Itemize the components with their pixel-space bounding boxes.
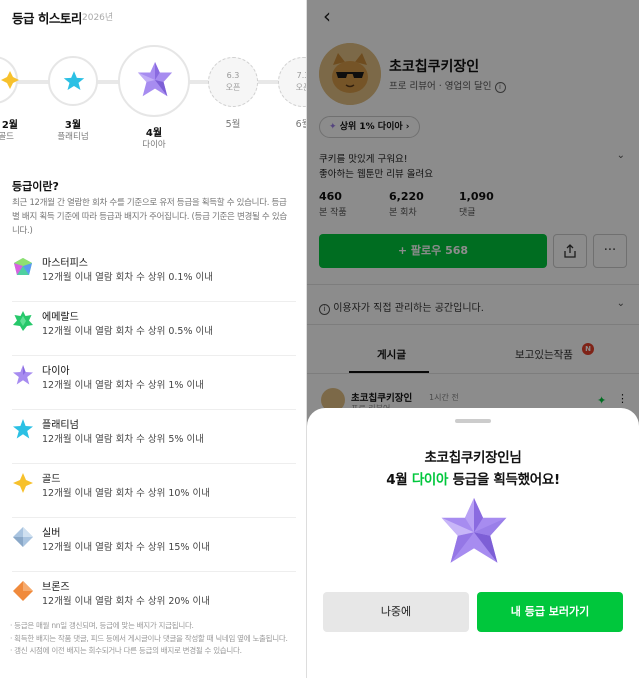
grade-criteria: 12개월 이내 열람 회차 수 상위 10% 이내 — [42, 488, 210, 499]
sheet-title-line1: 초코칩쿠키장인님 — [424, 450, 522, 466]
grade-name: 실버 — [42, 528, 61, 539]
grade-criteria: 12개월 이내 열람 회차 수 상위 5% 이내 — [42, 434, 204, 445]
sheet-title-line2: 4월 다이아 등급을 획득했어요! — [307, 468, 639, 488]
timeline-grade-current: 다이아 — [142, 140, 166, 150]
grade-notes: · 등급은 매월 nn일 갱신되며, 등급에 맞는 배지가 지급됩니다. · 획… — [10, 620, 300, 658]
emerald-star-icon — [13, 311, 33, 331]
grade-name: 다이아 — [42, 366, 70, 377]
grade-info-heading: 등급이란? — [12, 180, 59, 193]
grade-criteria: 12개월 이내 열람 회차 수 상위 20% 이내 — [42, 596, 210, 607]
note-item: · 등급은 매월 nn일 갱신되며, 등급에 맞는 배지가 지급됩니다. — [10, 621, 194, 630]
grade-award-sheet: 초코칩쿠키장인님 4월 다이아 등급을 획득했어요! 나중에 내 등급 보러가기 — [307, 408, 639, 678]
open-status: 오픈 — [225, 83, 241, 92]
timeline-item-apr-current[interactable] — [118, 45, 190, 117]
bronze-gem-icon — [13, 581, 33, 601]
later-button[interactable]: 나중에 — [323, 592, 469, 632]
page-title: 등급 히스토리 — [12, 11, 82, 26]
note-item: · 갱신 시점에 이전 배지는 회수되거나 다른 등급의 배지로 변경될 수 있… — [10, 646, 242, 655]
grade-row-emerald: 에메랄드 12개월 이내 열람 회차 수 상위 0.5% 이내 — [12, 302, 296, 356]
timeline-grade: 플래티넘 — [57, 132, 89, 142]
grade-name: 에메랄드 — [42, 312, 79, 323]
masterpiece-gem-icon — [14, 258, 32, 275]
note-item: · 획득한 배지는 작품 댓글, 피드 등에서 게시글이나 댓글을 작성할 때 … — [10, 633, 288, 643]
year-label: 2026년 — [82, 13, 114, 23]
timeline-month: 2월 — [1, 120, 18, 131]
profile-panel: ‹ 초코칩쿠키장인 프로 리뷰어 · 영업의 달인 i ✦ 상위 1% 다이아 … — [307, 0, 639, 678]
timeline-item-feb[interactable] — [0, 56, 19, 104]
timeline-item-mar[interactable] — [48, 56, 98, 106]
grade-info-description: 최근 12개월 간 열람한 회차 수를 기준으로 유저 등급을 획득할 수 있습… — [12, 198, 287, 236]
grade-criteria: 12개월 이내 열람 회차 수 상위 15% 이내 — [42, 542, 210, 553]
grade-name: 골드 — [42, 474, 61, 485]
sheet-grade-name: 다이아 — [411, 472, 449, 488]
grade-criteria: 12개월 이내 열람 회차 수 상위 0.1% 이내 — [42, 272, 213, 283]
open-date: 6.3 — [226, 71, 240, 80]
diamond-star-icon — [137, 62, 173, 97]
platinum-star-icon — [13, 419, 33, 439]
grade-row-masterpiece: 마스터피스 12개월 이내 열람 회차 수 상위 0.1% 이내 — [12, 248, 296, 302]
gold-star-icon — [1, 71, 19, 89]
gold-star-icon — [13, 473, 33, 493]
timeline-grade: 골드 — [0, 132, 14, 142]
grade-criteria: 12개월 이내 열람 회차 수 상위 0.5% 이내 — [42, 326, 213, 337]
grade-name: 브론즈 — [42, 582, 70, 593]
grade-history-panel: 등급 히스토리 2026년 2월 골드 3월 플래티넘 4월 다이아 6.3 오… — [0, 0, 306, 678]
timeline-month-current: 4월 — [145, 128, 163, 139]
grade-row-bronze: 브론즈 12개월 이내 열람 회차 수 상위 20% 이내 — [12, 572, 296, 626]
grade-name: 플래티넘 — [42, 420, 79, 431]
timeline-item-may-future: 6.3 오픈 — [208, 57, 258, 107]
grade-criteria: 12개월 이내 열람 회차 수 상위 1% 이내 — [42, 380, 204, 391]
grade-row-platinum: 플래티넘 12개월 이내 열람 회차 수 상위 5% 이내 — [12, 410, 296, 464]
sheet-suffix: 등급을 획득했어요! — [448, 472, 561, 488]
timeline-month: 3월 — [64, 120, 82, 131]
grade-row-silver: 실버 12개월 이내 열람 회차 수 상위 15% 이내 — [12, 518, 296, 572]
diamond-star-icon — [441, 498, 507, 563]
timeline-month: 5월 — [225, 119, 241, 130]
sheet-month: 4월 — [386, 472, 412, 488]
open-status: 오픈 — [295, 83, 306, 92]
diamond-star-icon — [13, 365, 33, 385]
timeline-month: 6월 — [295, 119, 306, 130]
timeline-item-jun-future: 7.3 오픈 — [278, 57, 306, 107]
view-my-grade-button[interactable]: 내 등급 보러가기 — [477, 592, 623, 632]
open-date: 7.3 — [296, 71, 306, 80]
grade-row-diamond: 다이아 12개월 이내 열람 회차 수 상위 1% 이내 — [12, 356, 296, 410]
grade-row-gold: 골드 12개월 이내 열람 회차 수 상위 10% 이내 — [12, 464, 296, 518]
silver-gem-icon — [13, 527, 33, 547]
grade-name: 마스터피스 — [42, 258, 88, 269]
platinum-star-icon — [63, 71, 85, 91]
sheet-handle[interactable] — [455, 419, 491, 423]
